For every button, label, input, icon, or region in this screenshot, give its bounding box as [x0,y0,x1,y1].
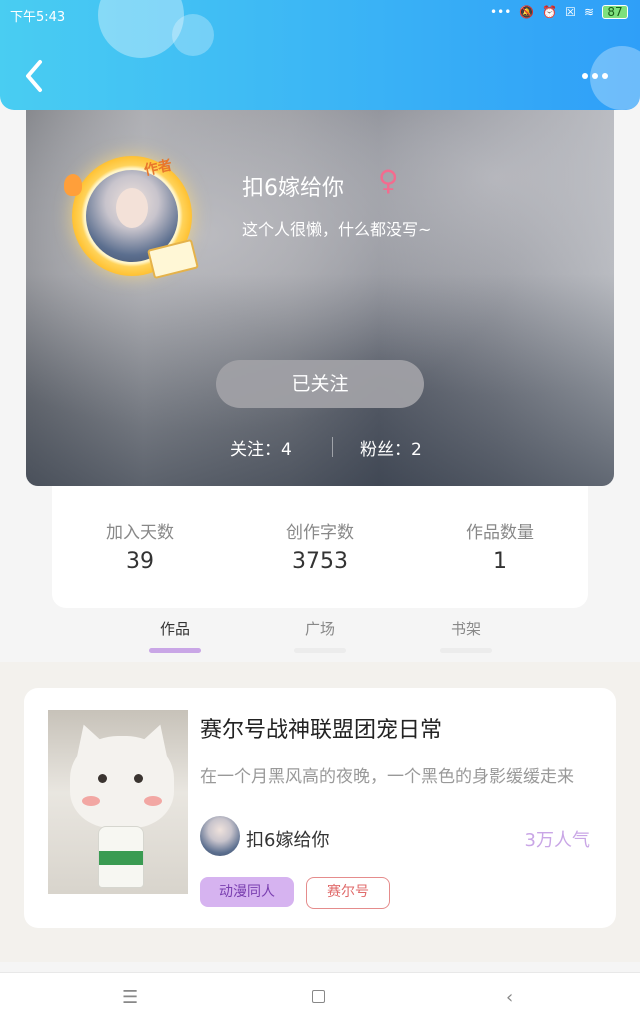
badge-decor-icon [64,174,82,196]
status-time: 下午5:43 [10,10,66,25]
battery-icon: 87 [602,5,628,19]
more-dots-icon [580,64,610,83]
wifi-icon: ≋ [583,5,594,19]
profile-card: 作者 扣6嫁给你 ♀ 这个人很懒，什么都没写~ 已关注 关注：4 粉丝：2 [26,100,614,486]
fans-count[interactable]: 粉丝：2 [360,435,422,460]
mute-icon: 🔕 [519,5,535,19]
system-nav-bar: ☰ ‹ [0,972,640,1025]
status-icons: ••• 🔕 ⏰ ☒ ≋ 87 [490,5,628,19]
top-header: 下午5:43 ••• 🔕 ⏰ ☒ ≋ 87 [0,0,640,110]
cat-blush [82,796,100,806]
stat-works-count: 作品数量 1 [430,518,570,574]
stat-join-days: 加入天数 39 [70,518,210,574]
stat-word-count: 创作字数 3753 [250,518,390,574]
stat-value: 1 [493,549,507,574]
female-gender-icon: ♀ [378,164,399,197]
work-description: 在一个月黑风高的夜晚，一个黑色的身影缓缓走来 [200,767,574,787]
work-author-name[interactable]: 扣6嫁给你 [246,826,329,852]
work-cover-image [48,710,188,894]
stats-card: 加入天数 39 创作字数 3753 作品数量 1 [52,480,588,608]
tab-indicator [440,648,492,653]
menu-icon[interactable]: ☰ [122,987,138,1008]
more-button[interactable] [580,64,614,86]
back-nav-icon[interactable]: ‹ [506,987,513,1008]
bottle-label [99,851,143,865]
author-badge: 作者 [142,157,174,179]
home-icon[interactable] [312,987,325,1008]
bottle-image [98,826,144,888]
status-bar: 下午5:43 ••• 🔕 ⏰ ☒ ≋ 87 [0,0,640,28]
profile-username: 扣6嫁给你 [242,176,344,201]
stat-value: 3753 [292,549,348,574]
work-popularity: 3万人气 [524,830,590,851]
tab-bookshelf[interactable]: 书架 [426,618,506,639]
stat-label: 作品数量 [466,523,534,543]
following-count[interactable]: 关注：4 [230,435,292,460]
author-mini-avatar[interactable] [200,816,240,856]
tab-works[interactable]: 作品 [135,618,215,639]
tab-square[interactable]: 广场 [280,618,360,639]
follow-button[interactable]: 已关注 [216,360,424,408]
close-box-icon: ☒ [565,5,576,19]
tab-indicator-active [149,648,201,653]
tag-seer[interactable]: 赛尔号 [306,877,390,909]
profile-bio: 这个人很懒，什么都没写~ [242,220,432,239]
back-button[interactable] [22,58,48,94]
stat-label: 创作字数 [286,523,354,543]
work-author-row: 扣6嫁给你 3万人气 [200,816,600,858]
tab-indicator [294,648,346,653]
author-avatar[interactable]: 作者 [64,156,199,280]
stat-value: 39 [126,549,154,574]
divider [332,437,333,457]
cat-eye [98,774,107,783]
work-card[interactable]: 赛尔号战神联盟团宠日常 在一个月黑风高的夜晚，一个黑色的身影缓缓走来 扣6嫁给你… [24,688,616,928]
tag-anime-fanfic[interactable]: 动漫同人 [200,877,294,907]
signal-dots-icon: ••• [490,5,512,19]
cat-blush [144,796,162,806]
chevron-left-icon [26,60,42,92]
tab-bar: 作品 广场 书架 [0,608,640,662]
avatar-face [116,188,148,228]
work-title[interactable]: 赛尔号战神联盟团宠日常 [200,712,442,744]
alarm-icon: ⏰ [542,5,558,19]
cat-head [70,736,174,828]
cat-eye [134,774,143,783]
stat-label: 加入天数 [106,523,174,543]
